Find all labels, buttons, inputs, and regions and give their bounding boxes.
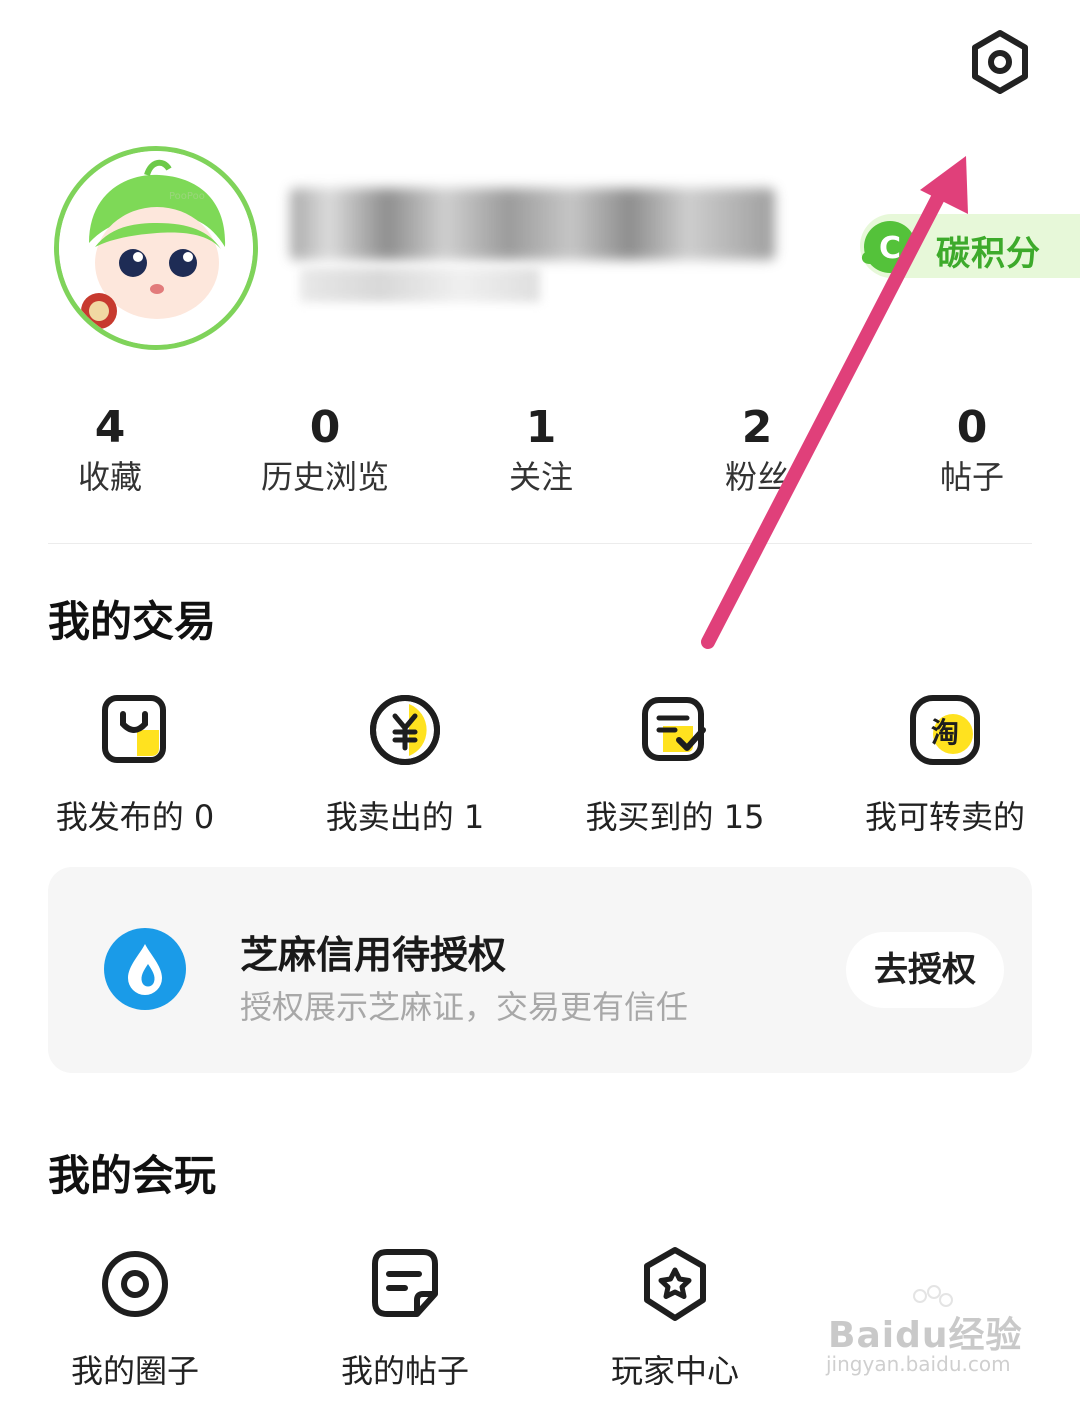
watermark-url: jingyan.baidu.com — [826, 1352, 1011, 1376]
stat-label: 粉丝 — [724, 458, 789, 496]
svg-text:C: C — [879, 231, 901, 266]
username-blurred — [290, 188, 775, 260]
order-check-icon — [635, 690, 715, 770]
section-title-play: 我的会玩 — [48, 1151, 217, 1200]
trade-item-label: 我发布的 0 — [55, 798, 215, 836]
stat-history[interactable]: 0 历史浏览 — [225, 402, 425, 500]
stat-following[interactable]: 1 关注 — [441, 402, 641, 500]
stat-value: 0 — [956, 402, 988, 453]
stat-fans[interactable]: 2 粉丝 — [657, 402, 857, 500]
play-item-player-center[interactable]: 玩家中心 — [560, 1244, 790, 1392]
avatar[interactable]: PooPoo — [54, 146, 258, 350]
play-item-label: 玩家中心 — [610, 1352, 739, 1390]
zhima-subtitle: 授权展示芝麻证，交易更有信任 — [240, 988, 689, 1026]
play-item-posts[interactable]: 我的帖子 — [290, 1244, 520, 1392]
zhima-droplet-icon — [104, 928, 186, 1010]
stat-value: 0 — [309, 402, 341, 453]
settings-hexagon-icon — [972, 30, 1028, 94]
cartoon-avatar-image: PooPoo — [59, 151, 253, 345]
watermark-logo: Baidu经验 — [828, 1315, 1023, 1356]
stat-label: 收藏 — [77, 458, 142, 496]
settings-button[interactable] — [966, 28, 1034, 96]
carbon-c-icon: C — [856, 218, 918, 276]
yen-coin-icon — [365, 690, 445, 770]
stat-value: 1 — [525, 402, 557, 453]
svg-text:PooPoo: PooPoo — [169, 191, 205, 202]
trade-item-label: 我可转卖的 — [864, 798, 1025, 836]
stat-label: 历史浏览 — [260, 458, 389, 496]
bag-icon — [95, 690, 175, 770]
star-badge-icon — [635, 1244, 715, 1324]
taobao-icon: 淘 — [905, 690, 985, 770]
circle-target-icon — [95, 1244, 175, 1324]
trade-item-resellable[interactable]: 淘 我可转卖的 — [830, 690, 1060, 838]
trade-item-bought[interactable]: 我买到的 15 — [560, 690, 790, 838]
section-title-trade: 我的交易 — [48, 597, 217, 646]
play-item-circles[interactable]: 我的圈子 — [20, 1244, 250, 1392]
trade-item-published[interactable]: 我发布的 0 — [20, 690, 250, 838]
stat-label: 关注 — [508, 458, 573, 496]
svg-text:淘: 淘 — [931, 716, 959, 749]
carbon-points-label: 碳积分 — [936, 234, 1041, 274]
stat-label: 帖子 — [939, 458, 1004, 496]
stat-value: 4 — [94, 402, 126, 453]
divider — [48, 543, 1032, 544]
trade-item-label: 我买到的 15 — [585, 798, 765, 836]
stat-favorites[interactable]: 4 收藏 — [10, 402, 210, 500]
stat-posts[interactable]: 0 帖子 — [872, 402, 1072, 500]
stat-value: 2 — [741, 402, 773, 453]
zhima-title: 芝麻信用待授权 — [240, 933, 507, 977]
trade-item-label: 我卖出的 1 — [325, 798, 485, 836]
trade-item-sold[interactable]: 我卖出的 1 — [290, 690, 520, 838]
user-subtitle-blurred — [300, 268, 540, 302]
post-note-icon — [365, 1244, 445, 1324]
authorize-button[interactable]: 去授权 — [846, 932, 1004, 1008]
play-item-label: 我的帖子 — [340, 1352, 469, 1390]
play-item-label: 我的圈子 — [70, 1352, 199, 1390]
